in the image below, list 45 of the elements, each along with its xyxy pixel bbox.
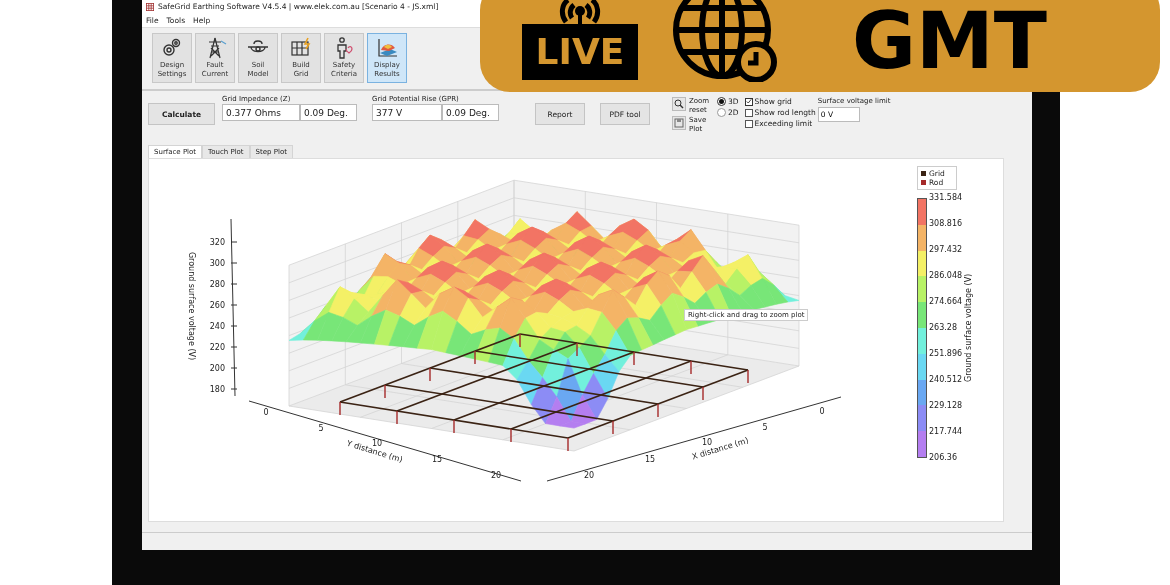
colorbar-tick-label: 263.28 — [929, 323, 958, 333]
grid-icon — [146, 2, 154, 11]
readout-field: 0.377 Ohms — [222, 104, 300, 121]
colorbar-title: Ground surface voltage (V) — [964, 272, 974, 385]
axis-tick-label: 200 — [209, 364, 225, 373]
colorbar-tick-label: 240.512 — [929, 375, 963, 385]
axis-tick-label: 240 — [209, 322, 225, 331]
colorbar-tick-label: 286.048 — [929, 271, 963, 281]
axis-tick-label: 20 — [490, 471, 502, 480]
axis-tick-label: 260 — [209, 301, 225, 310]
axis-tick-label: 5 — [318, 424, 324, 433]
radio-button[interactable] — [717, 108, 726, 117]
colorbar-tick-label: 308.816 — [929, 219, 963, 229]
readout-field: 377 V — [372, 104, 442, 121]
colorbar-tick-label: 274.664 — [929, 297, 963, 307]
axis-tick-label: 15 — [644, 455, 656, 464]
checkbox[interactable] — [744, 97, 753, 106]
colorbar-tick-label: 217.744 — [929, 427, 963, 437]
axis-tick-label: 0 — [263, 408, 269, 417]
checkbox[interactable] — [744, 108, 753, 117]
colorbar-tick-label: 229.128 — [929, 401, 963, 411]
banner-title: GMT — [852, 2, 1047, 80]
colorbar-tick-label: 297.432 — [929, 245, 963, 255]
checkbox[interactable] — [744, 119, 753, 128]
surface-plot-icon — [375, 36, 399, 60]
save-icon[interactable] — [672, 116, 686, 130]
axis-tick-label: 0 — [819, 407, 825, 416]
axis-title: Ground surface voltage (V) — [187, 251, 196, 361]
readout-field: 0.09 Deg. — [442, 104, 499, 121]
axis-tick-label: 20 — [583, 471, 595, 480]
colorbar-tick-label: 251.896 — [929, 349, 963, 359]
radio-button[interactable] — [717, 97, 726, 106]
zoom-icon[interactable] — [672, 97, 686, 111]
readout-field: 0.09 Deg. — [300, 104, 357, 121]
colorbar-tick-label: 331.584 — [929, 193, 963, 203]
axis-tick-label: 180 — [209, 385, 225, 394]
live-badge: LIVE — [522, 24, 638, 80]
colorbar-tick-label: 206.36 — [929, 453, 958, 463]
axis-tick-label: 220 — [209, 343, 225, 352]
axis-tick-label: 10 — [701, 438, 713, 447]
axis-tick-label: 5 — [762, 423, 768, 432]
axis-tick-label: 280 — [209, 280, 225, 289]
axis-tick-label: 320 — [209, 238, 225, 247]
axis-tick-label: 300 — [209, 259, 225, 268]
axis-tick-label: 15 — [431, 455, 443, 464]
